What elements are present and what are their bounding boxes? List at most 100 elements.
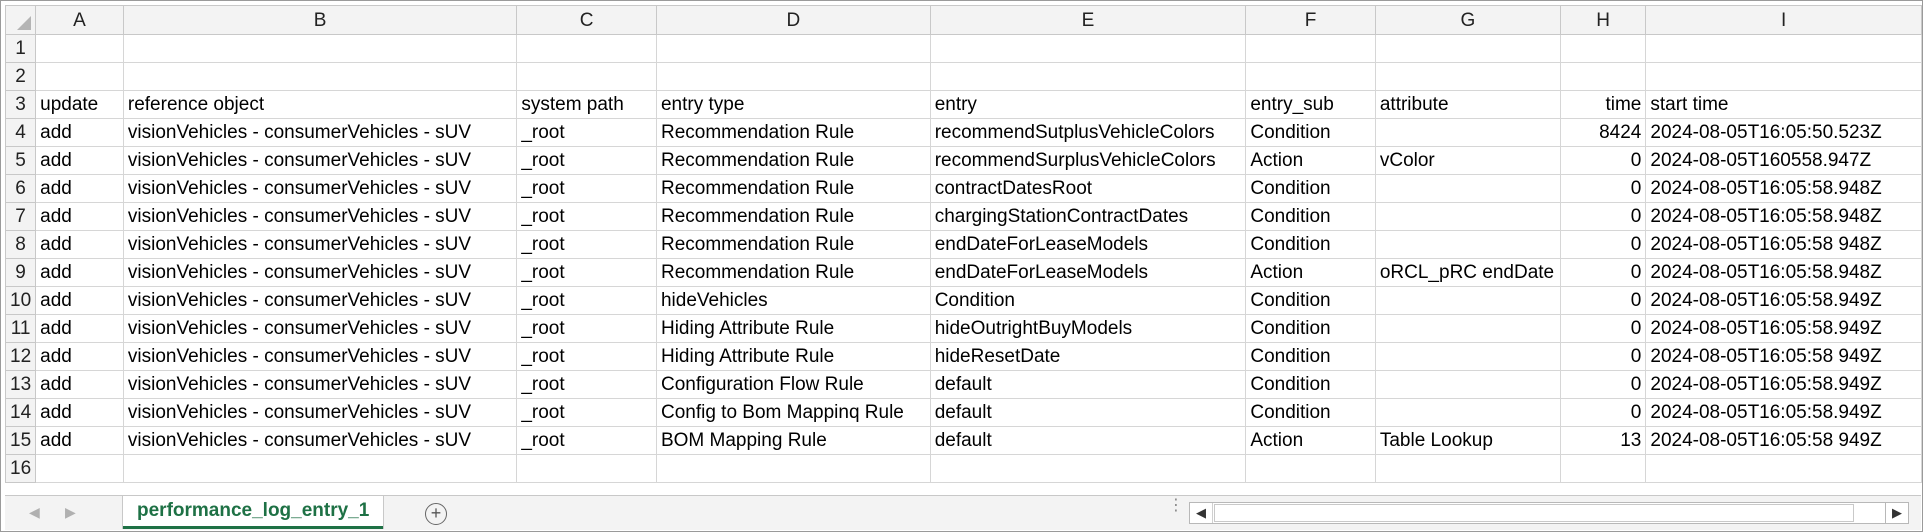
cell-i6[interactable]: 2024-08-05T16:05:58.948Z [1645, 174, 1922, 203]
cell-g2[interactable] [1374, 62, 1561, 91]
cell-e8[interactable]: endDateForLeaseModels [929, 230, 1247, 259]
cell-b10[interactable]: visionVehicles - consumerVehicles - sUV [122, 286, 518, 315]
cell-i15[interactable]: 2024-08-05T16:05:58 949Z [1645, 426, 1922, 455]
cell-g4[interactable] [1374, 118, 1561, 147]
cell-b15[interactable]: visionVehicles - consumerVehicles - sUV [122, 426, 518, 455]
cell-c10[interactable]: _root [516, 286, 657, 315]
row-header[interactable]: 15 [4, 426, 37, 455]
column-header-h[interactable]: H [1559, 5, 1647, 35]
cell-a10[interactable]: add [35, 286, 124, 315]
column-header-f[interactable]: F [1245, 5, 1376, 35]
cell-g15[interactable]: Table Lookup [1374, 426, 1561, 455]
column-header-e[interactable]: E [929, 5, 1247, 35]
cell-d8[interactable]: Recommendation Rule [655, 230, 931, 259]
cell-a2[interactable] [35, 62, 124, 91]
cell-a5[interactable]: add [35, 146, 124, 175]
cell-c16[interactable] [516, 454, 657, 483]
cell-h15[interactable]: 13 [1559, 426, 1647, 455]
cell-c6[interactable]: _root [516, 174, 657, 203]
cell-b8[interactable]: visionVehicles - consumerVehicles - sUV [122, 230, 518, 259]
cell-g13[interactable] [1374, 370, 1561, 399]
cell-f6[interactable]: Condition [1245, 174, 1376, 203]
row-header[interactable]: 12 [4, 342, 37, 371]
cell-f3[interactable]: entry_sub [1245, 90, 1376, 119]
row-header[interactable]: 9 [4, 258, 37, 287]
cell-c7[interactable]: _root [516, 202, 657, 231]
cell-c9[interactable]: _root [516, 258, 657, 287]
row-header[interactable]: 5 [4, 146, 37, 175]
cell-g14[interactable] [1374, 398, 1561, 427]
cell-f11[interactable]: Condition [1245, 314, 1376, 343]
cell-g8[interactable] [1374, 230, 1561, 259]
cell-g7[interactable] [1374, 202, 1561, 231]
cell-e1[interactable] [929, 34, 1247, 63]
cell-i11[interactable]: 2024-08-05T16:05:58.949Z [1645, 314, 1922, 343]
cell-h3[interactable]: time [1559, 90, 1647, 119]
cell-b4[interactable]: visionVehicles - consumerVehicles - sUV [122, 118, 518, 147]
column-header-d[interactable]: D [655, 5, 931, 35]
cell-h1[interactable] [1559, 34, 1647, 63]
cell-d2[interactable] [655, 62, 931, 91]
row-header[interactable]: 4 [4, 118, 37, 147]
cell-h14[interactable]: 0 [1559, 398, 1647, 427]
cell-b13[interactable]: visionVehicles - consumerVehicles - sUV [122, 370, 518, 399]
cell-a3[interactable]: update [35, 90, 124, 119]
cell-c3[interactable]: system path [516, 90, 657, 119]
row-header[interactable]: 1 [4, 34, 37, 63]
cell-h7[interactable]: 0 [1559, 202, 1647, 231]
cell-f16[interactable] [1245, 454, 1376, 483]
cell-d14[interactable]: Config to Bom Mappinq Rule [655, 398, 931, 427]
sheet-tab-performance-log-entry-1[interactable]: performance_log_entry_1 [123, 496, 384, 529]
cell-f14[interactable]: Condition [1245, 398, 1376, 427]
row-header[interactable]: 6 [4, 174, 37, 203]
row-header[interactable]: 10 [4, 286, 37, 315]
cell-d5[interactable]: Recommendation Rule [655, 146, 931, 175]
cell-b1[interactable] [122, 34, 518, 63]
cell-f10[interactable]: Condition [1245, 286, 1376, 315]
cell-a15[interactable]: add [35, 426, 124, 455]
cell-e3[interactable]: entry [929, 90, 1247, 119]
cell-c14[interactable]: _root [516, 398, 657, 427]
cell-f2[interactable] [1245, 62, 1376, 91]
cell-c11[interactable]: _root [516, 314, 657, 343]
cell-c1[interactable] [516, 34, 657, 63]
cell-b5[interactable]: visionVehicles - consumerVehicles - sUV [122, 146, 518, 175]
cell-c13[interactable]: _root [516, 370, 657, 399]
row-header[interactable]: 14 [4, 398, 37, 427]
cell-i16[interactable] [1645, 454, 1922, 483]
cell-e9[interactable]: endDateForLeaseModels [929, 258, 1247, 287]
cell-h16[interactable] [1559, 454, 1647, 483]
cell-c12[interactable]: _root [516, 342, 657, 371]
cell-g11[interactable] [1374, 314, 1561, 343]
cell-f1[interactable] [1245, 34, 1376, 63]
column-header-c[interactable]: C [516, 5, 657, 35]
cell-h2[interactable] [1559, 62, 1647, 91]
cell-i7[interactable]: 2024-08-05T16:05:58.948Z [1645, 202, 1922, 231]
cell-f13[interactable]: Condition [1245, 370, 1376, 399]
cell-g9[interactable]: oRCL_pRC endDate [1374, 258, 1561, 287]
cell-a9[interactable]: add [35, 258, 124, 287]
cell-d16[interactable] [655, 454, 931, 483]
scrollbar-thumb[interactable] [1214, 504, 1854, 522]
cell-d13[interactable]: Configuration Flow Rule [655, 370, 931, 399]
column-header-a[interactable]: A [35, 5, 124, 35]
scroll-left-icon[interactable]: ◀ [1190, 503, 1213, 523]
cell-a13[interactable]: add [35, 370, 124, 399]
column-header-i[interactable]: I [1645, 5, 1922, 35]
scroll-right-icon[interactable]: ▶ [1885, 503, 1908, 523]
cell-e7[interactable]: chargingStationContractDates [929, 202, 1247, 231]
cell-b7[interactable]: visionVehicles - consumerVehicles - sUV [122, 202, 518, 231]
cell-f8[interactable]: Condition [1245, 230, 1376, 259]
tab-split-handle[interactable]: ⋮ [1168, 498, 1184, 514]
cell-e11[interactable]: hideOutrightBuyModels [929, 314, 1247, 343]
cell-e6[interactable]: contractDatesRoot [929, 174, 1247, 203]
row-header[interactable]: 11 [4, 314, 37, 343]
cell-d10[interactable]: hideVehicles [655, 286, 931, 315]
cell-h4[interactable]: 8424 [1559, 118, 1647, 147]
cell-i12[interactable]: 2024-08-05T16:05:58 949Z [1645, 342, 1922, 371]
prev-sheet-icon[interactable]: ◀ [29, 504, 40, 521]
cell-d7[interactable]: Recommendation Rule [655, 202, 931, 231]
row-header[interactable]: 7 [4, 202, 37, 231]
cell-i8[interactable]: 2024-08-05T16:05:58 948Z [1645, 230, 1922, 259]
cell-d12[interactable]: Hiding Attribute Rule [655, 342, 931, 371]
